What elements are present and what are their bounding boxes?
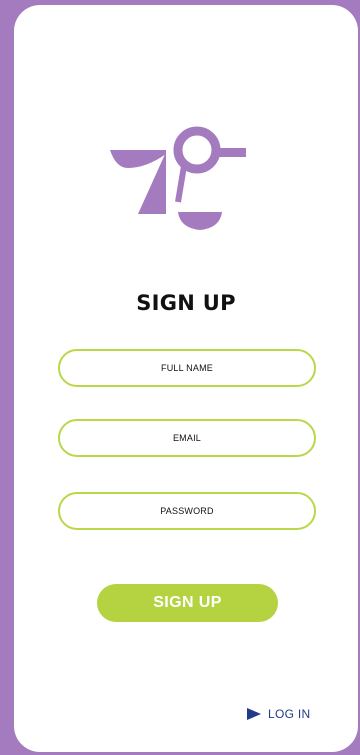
bird-logo-icon (110, 126, 246, 230)
password-field[interactable]: PASSWORD (58, 492, 316, 530)
full-name-field[interactable]: FULL NAME (58, 349, 316, 387)
signup-card: SIGN UP FULL NAME EMAIL PASSWORD SIGN UP… (14, 5, 358, 752)
play-arrow-icon (247, 708, 261, 720)
password-placeholder: PASSWORD (160, 506, 214, 516)
email-placeholder: EMAIL (172, 433, 201, 443)
log-in-link[interactable]: LOG IN (247, 707, 310, 721)
email-field[interactable]: EMAIL (58, 419, 316, 457)
full-name-placeholder: FULL NAME (161, 363, 213, 373)
log-in-label: LOG IN (268, 707, 311, 721)
sign-up-button[interactable]: SIGN UP (97, 584, 278, 622)
page-title: SIGN UP (136, 291, 236, 315)
